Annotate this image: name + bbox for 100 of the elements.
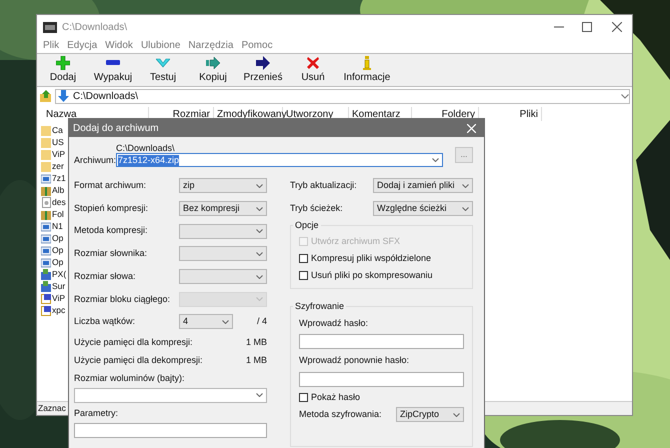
folder-icon xyxy=(41,160,51,172)
delete-icon xyxy=(306,56,320,70)
file-name[interactable]: Alb xyxy=(52,184,64,196)
field-label: Stopień kompresji: xyxy=(74,202,150,215)
dropdown[interactable]: Dodaj i zamień pliki xyxy=(373,178,473,194)
app-icon xyxy=(41,256,51,268)
address-field[interactable]: C:\Downloads\ xyxy=(55,88,630,104)
dropdown[interactable] xyxy=(179,246,267,262)
close-icon xyxy=(612,22,622,32)
field-label: Użycie pamięci dla dekompresji: xyxy=(74,354,204,367)
menu-item[interactable]: Edycja xyxy=(67,38,98,52)
group-title: Szyfrowanie xyxy=(293,300,346,314)
info-icon xyxy=(360,56,374,70)
dropdown[interactable]: zip xyxy=(179,178,267,194)
file-name[interactable]: des xyxy=(52,196,66,208)
dropdown[interactable]: Względne ścieżki xyxy=(373,201,473,216)
browse-button[interactable]: ... xyxy=(455,147,473,163)
dropdown[interactable]: ZipCrypto xyxy=(396,407,464,422)
folder-icon xyxy=(41,148,51,160)
field-label: Rozmiar bloku ciągłego: xyxy=(74,292,172,306)
menu-item[interactable]: Narzędzia xyxy=(188,38,234,52)
app-icon xyxy=(43,22,57,32)
checkbox[interactable] xyxy=(299,270,308,280)
archive-name-field[interactable]: 7z1512-x64.zip xyxy=(116,153,443,167)
field-label: Archiwum: xyxy=(74,154,116,167)
file-name[interactable]: Op xyxy=(52,256,64,268)
volume-size-dropdown[interactable] xyxy=(74,388,267,403)
dropdown[interactable] xyxy=(179,269,267,284)
field-label: Wprowadź ponownie hasło: xyxy=(299,354,410,368)
checkbox-label: Kompresuj pliki współdzielone xyxy=(311,252,432,265)
dropdown[interactable]: 4 xyxy=(179,314,233,330)
app-icon xyxy=(41,232,51,244)
file-name[interactable]: Ca xyxy=(52,124,63,136)
checkbox-label: Utwórz archiwum SFX xyxy=(311,234,400,248)
field-label: Rozmiar słowa: xyxy=(74,270,137,283)
file-name[interactable]: Sur xyxy=(52,280,66,292)
memory-value: 1 MB xyxy=(246,354,267,367)
toolbar-button[interactable]: Przenieś xyxy=(239,54,287,86)
file-name[interactable]: Op xyxy=(52,244,64,256)
file-name[interactable]: N1 xyxy=(52,220,63,232)
test-icon xyxy=(156,56,170,70)
file-name[interactable]: xpc xyxy=(52,304,66,316)
app-icon xyxy=(41,172,51,184)
move-icon xyxy=(256,56,270,70)
field-label: Metoda szyfrowania: xyxy=(299,408,383,422)
installer-icon xyxy=(41,268,51,280)
password-field[interactable] xyxy=(299,334,464,350)
doc-icon xyxy=(41,196,51,208)
toolbar-button[interactable]: Wypakuj xyxy=(89,54,137,86)
toolbar-button[interactable]: Testuj xyxy=(139,54,187,86)
link-icon xyxy=(41,292,51,304)
file-name[interactable]: Op xyxy=(52,232,64,244)
group-title: Opcje xyxy=(293,218,321,232)
file-name[interactable]: US xyxy=(52,136,64,148)
copy-icon xyxy=(206,56,220,70)
toolbar-button[interactable]: Dodaj xyxy=(39,54,87,86)
field-label: Liczba wątków: xyxy=(74,315,136,328)
toolbar-button[interactable]: Informacje xyxy=(339,54,395,86)
file-name[interactable]: PX( xyxy=(52,268,66,280)
field-label: Format archiwum: xyxy=(74,179,148,192)
archive-icon xyxy=(41,184,51,196)
window-title: C:\Downloads\ xyxy=(62,20,128,34)
password-field[interactable] xyxy=(299,372,464,387)
up-folder-icon xyxy=(40,90,52,102)
folder-icon xyxy=(41,136,51,148)
menu-item[interactable]: Pomoc xyxy=(241,38,273,52)
checkbox[interactable] xyxy=(299,392,308,402)
field-label: Parametry: xyxy=(74,406,120,420)
file-name[interactable]: 7z1 xyxy=(52,172,66,184)
dropdown[interactable]: Bez kompresji xyxy=(179,201,267,216)
field-label: Tryb aktualizacji: xyxy=(290,179,358,192)
parameters-field[interactable] xyxy=(74,423,267,438)
field-label: Tryb ścieżek: xyxy=(290,202,344,215)
dropdown[interactable] xyxy=(179,224,267,239)
add-icon xyxy=(56,56,70,70)
toolbar-button[interactable]: Kopiuj xyxy=(189,54,237,86)
archive-path: C:\Downloads\ xyxy=(116,143,176,153)
menu-item[interactable]: Widok xyxy=(105,38,133,52)
field-label: Metoda kompresji: xyxy=(74,224,149,238)
maximize-icon xyxy=(582,22,592,32)
file-name[interactable]: ViP xyxy=(52,292,66,304)
checkbox[interactable] xyxy=(299,254,308,263)
archive-icon xyxy=(41,208,51,220)
down-arrow-icon xyxy=(58,90,69,102)
file-name[interactable]: Fol xyxy=(52,208,64,220)
status-text: Zaznac xyxy=(38,402,66,415)
menu-item[interactable]: Plik xyxy=(43,38,60,52)
thread-count: / 4 xyxy=(256,315,267,328)
close-icon xyxy=(467,124,476,132)
menu-item[interactable]: Ulubione xyxy=(140,38,180,52)
folder-icon xyxy=(41,124,51,136)
app-icon xyxy=(41,244,51,256)
address-text: C:\Downloads\ xyxy=(73,90,138,104)
file-name[interactable]: ViP xyxy=(52,148,66,160)
file-name[interactable]: zer xyxy=(52,160,64,172)
toolbar-button[interactable]: Usuń xyxy=(289,54,337,86)
memory-value: 1 MB xyxy=(246,336,267,349)
checkbox-label: Usuń pliki po skompresowaniu xyxy=(311,268,433,282)
link-icon xyxy=(41,304,51,316)
field-label: Rozmiar woluminów (bajty): xyxy=(74,372,186,386)
